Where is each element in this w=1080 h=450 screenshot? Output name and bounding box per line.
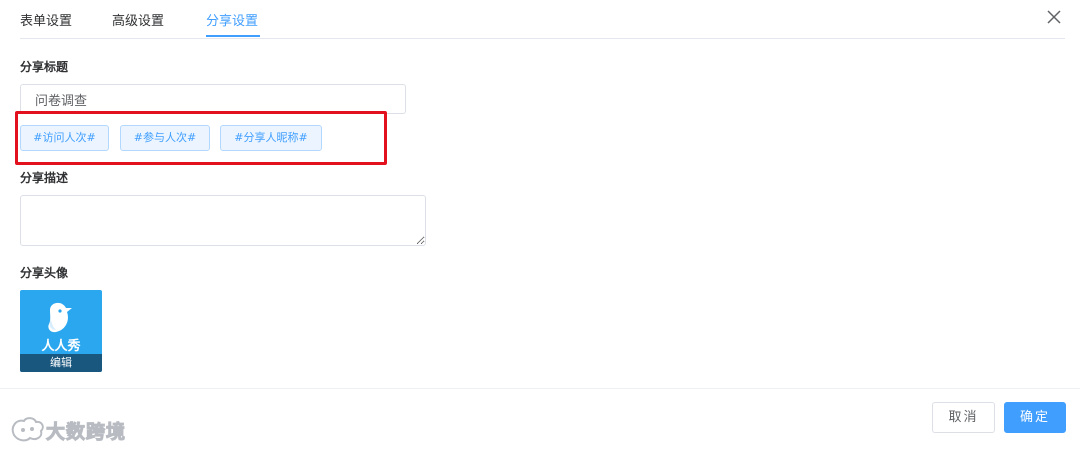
share-title-label: 分享标题 — [20, 60, 69, 74]
active-tab-indicator — [206, 35, 260, 37]
settings-tabs: 表单设置 高级设置 分享设置 — [20, 0, 1065, 39]
tab-share-settings[interactable]: 分享设置 — [206, 10, 258, 29]
confirm-button[interactable]: 确定 — [1004, 402, 1066, 433]
avatar-edit-label[interactable]: 编辑 — [20, 354, 102, 372]
tab-advanced-settings[interactable]: 高级设置 — [112, 10, 164, 29]
avatar-logo-text: 人人秀 — [41, 338, 81, 354]
tab-form-settings[interactable]: 表单设置 — [20, 10, 72, 29]
share-title-input[interactable] — [20, 84, 406, 114]
share-avatar-label: 分享头像 — [20, 266, 69, 280]
footer-divider — [0, 388, 1080, 389]
close-icon[interactable] — [1045, 8, 1063, 26]
share-description-label: 分享描述 — [20, 171, 69, 185]
tag-participant-count[interactable]: #参与人次# — [120, 125, 210, 151]
share-avatar-image[interactable]: 人人秀 编辑 — [20, 290, 102, 372]
cancel-button[interactable]: 取消 — [932, 402, 995, 433]
tag-sharer-nickname[interactable]: #分享人昵称# — [220, 125, 322, 151]
watermark-text: 大数跨境 — [45, 421, 127, 444]
share-settings-dialog: 表单设置 高级设置 分享设置 分享标题 #访问人次# #参与人次# #分享人昵称… — [0, 0, 1080, 450]
tag-visit-count[interactable]: #访问人次# — [20, 125, 109, 151]
share-description-textarea[interactable] — [20, 195, 426, 246]
